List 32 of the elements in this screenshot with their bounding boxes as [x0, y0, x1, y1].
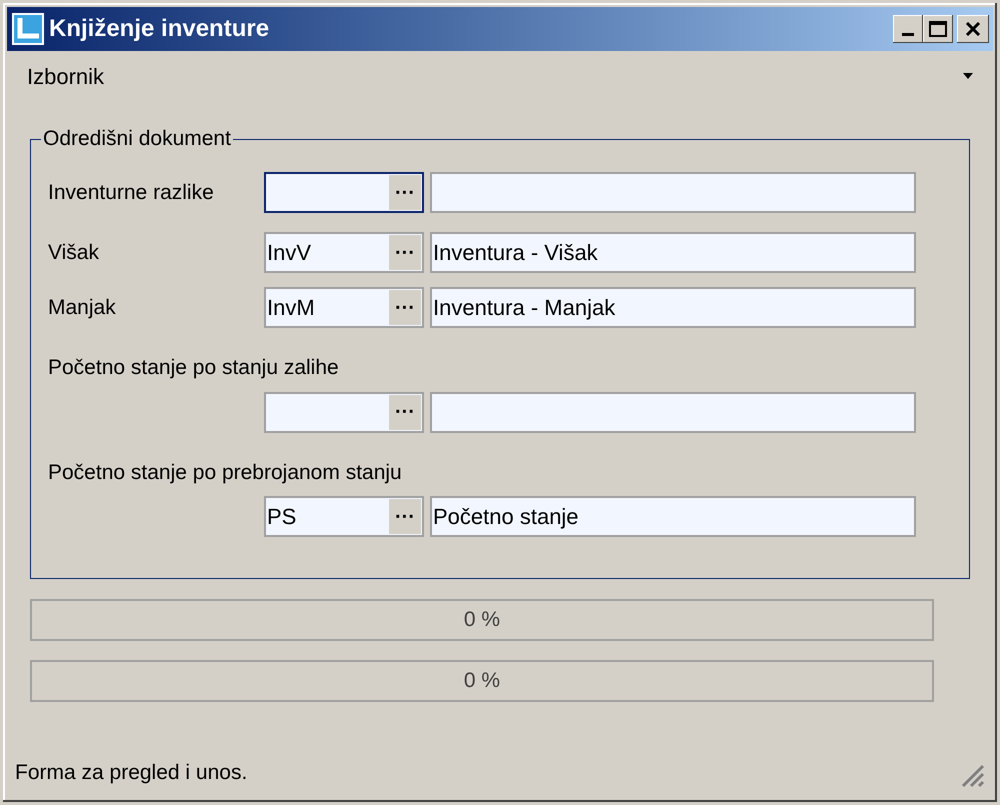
field-label: Početno stanje po stanju zalihe: [48, 356, 339, 379]
lookup-button[interactable]: ···: [389, 175, 421, 210]
app-icon: [11, 12, 45, 46]
name-field[interactable]: Inventura - Manjak: [430, 287, 916, 328]
menu-item[interactable]: Izbornik: [27, 60, 963, 92]
lookup-button[interactable]: ···: [389, 235, 421, 270]
resize-grip-icon[interactable]: [959, 762, 985, 788]
code-field[interactable]: InvV ···: [264, 232, 424, 273]
field-label: Početno stanje po prebrojanom stanju: [48, 460, 402, 484]
field-label: Višak: [48, 240, 99, 264]
name-field[interactable]: Inventura - Višak: [430, 232, 916, 273]
lookup-button[interactable]: ···: [389, 499, 421, 534]
dropdown-arrow-icon[interactable]: [963, 73, 973, 79]
maximize-button[interactable]: [923, 15, 953, 43]
code-field[interactable]: ···: [264, 392, 424, 432]
code-field[interactable]: InvM ···: [264, 287, 424, 328]
maximize-icon: [929, 21, 947, 37]
code-field[interactable]: ···: [264, 172, 424, 213]
progress-reading: 0 %: [462, 668, 502, 694]
lookup-button[interactable]: ···: [389, 394, 421, 430]
lookup-button[interactable]: ···: [389, 290, 421, 325]
minimize-icon: [902, 33, 914, 37]
code-field[interactable]: PS ···: [264, 496, 424, 537]
minimize-button[interactable]: [893, 15, 923, 43]
close-icon: [965, 22, 981, 36]
status-text: Forma za pregled i unos.: [15, 760, 248, 786]
close-button[interactable]: [957, 15, 989, 43]
field-label: Inventurne razlike: [48, 180, 214, 204]
name-field[interactable]: Početno stanje: [430, 496, 916, 537]
field-label: Manjak: [48, 296, 116, 319]
window-title: Knjiženje inventure: [49, 14, 270, 44]
progress-reading: 0 %: [462, 607, 502, 634]
